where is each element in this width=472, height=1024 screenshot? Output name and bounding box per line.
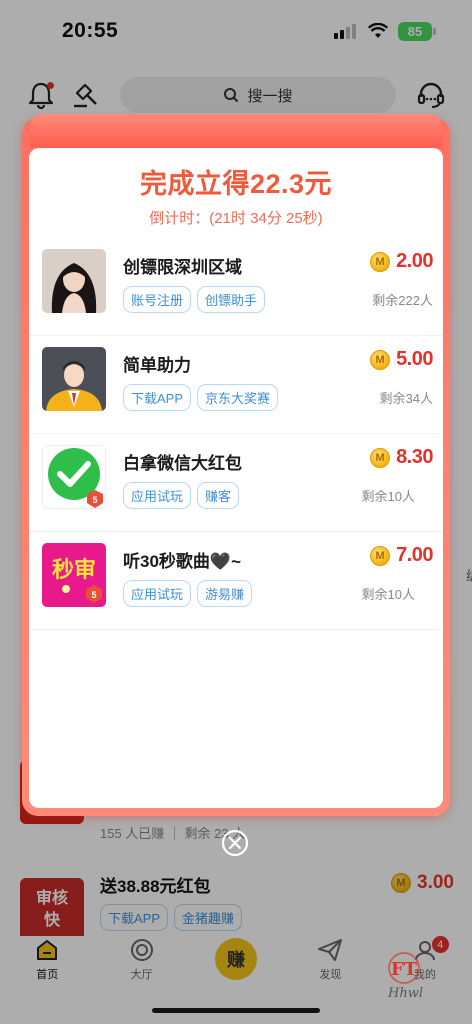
task-item[interactable]: 5 白拿微信大红包 M 8.30 应用试玩 赚客 剩余10人 <box>29 434 443 532</box>
reward-amount: 5.00 <box>396 348 433 370</box>
task-tags: 应用试玩 赚客 <box>123 482 240 509</box>
tag: 京东大奖赛 <box>197 384 279 411</box>
task-thumbnail <box>42 249 106 313</box>
coin-icon: M <box>370 447 391 468</box>
remaining-count: 剩余34人 <box>379 391 433 406</box>
task-tags: 下载APP 京东大奖赛 <box>123 384 279 411</box>
reward-amount: 2.00 <box>396 250 433 272</box>
reward-amount: 7.00 <box>396 544 433 566</box>
watermark: FT Hhwl <box>384 950 444 1004</box>
watermark-logo: FT <box>388 952 420 984</box>
countdown-timer: 倒计时：(21时 34分 25秒) <box>149 210 323 227</box>
tag: 游易赚 <box>197 580 253 607</box>
task-item[interactable]: 秒审 5 听30秒歌曲🖤~ M 7.00 应用试玩 游易赚 剩余10人 <box>29 532 443 630</box>
shield-badge-digit: 5 <box>91 590 96 600</box>
task-thumbnail: 5 <box>42 445 106 509</box>
task-reward: M 5.00 <box>370 348 433 371</box>
shield-badge-digit: 5 <box>92 495 97 505</box>
remaining-count: 剩余222人 <box>372 293 433 308</box>
task-item[interactable]: 创镖限深圳区域 M 2.00 账号注册 创镖助手 剩余222人 <box>29 238 443 336</box>
reward-popup: 完成立得22.3元 倒计时：(21时 34分 25秒) 创镖限深圳区域 M 2.… <box>22 114 450 816</box>
tag: 下载APP <box>123 384 192 411</box>
popup-content: 完成立得22.3元 倒计时：(21时 34分 25秒) 创镖限深圳区域 M 2.… <box>29 148 443 808</box>
remaining-count: 剩余10人 <box>361 489 415 504</box>
tag: 账号注册 <box>123 286 192 313</box>
side-text: 编 <box>466 566 472 586</box>
task-list: 创镖限深圳区域 M 2.00 账号注册 创镖助手 剩余222人 简单助力 M 5… <box>29 238 443 630</box>
task-name: 创镖限深圳区域 <box>123 258 242 277</box>
tag: 应用试玩 <box>123 482 192 509</box>
tag: 应用试玩 <box>123 580 192 607</box>
task-thumbnail: 秒审 5 <box>42 543 106 607</box>
task-thumbnail <box>42 347 106 411</box>
reward-amount: 8.30 <box>396 446 433 468</box>
task-reward: M 8.30 <box>370 446 433 469</box>
task-reward: M 2.00 <box>370 250 433 273</box>
coin-icon: M <box>370 251 391 272</box>
popup-title: 完成立得22.3元 <box>139 169 333 199</box>
watermark-logo-text: FT <box>391 959 418 980</box>
tag: 创镖助手 <box>197 286 266 313</box>
remaining-count: 剩余10人 <box>361 587 415 602</box>
task-name: 听30秒歌曲🖤~ <box>123 552 242 571</box>
close-icon[interactable] <box>221 829 249 857</box>
task-name: 白拿微信大红包 <box>123 454 242 473</box>
tag: 赚客 <box>197 482 240 509</box>
task-name: 简单助力 <box>123 356 191 375</box>
coin-icon: M <box>370 545 391 566</box>
thumb-text: 秒审 <box>52 557 96 583</box>
coin-icon: M <box>370 349 391 370</box>
task-tags: 应用试玩 游易赚 <box>123 580 253 607</box>
task-reward: M 7.00 <box>370 544 433 567</box>
home-indicator <box>152 1008 320 1013</box>
watermark-text: Hhwl <box>388 986 423 1001</box>
task-tags: 账号注册 创镖助手 <box>123 286 266 313</box>
task-item[interactable]: 简单助力 M 5.00 下载APP 京东大奖赛 剩余34人 <box>29 336 443 434</box>
popup-cap <box>30 114 442 148</box>
